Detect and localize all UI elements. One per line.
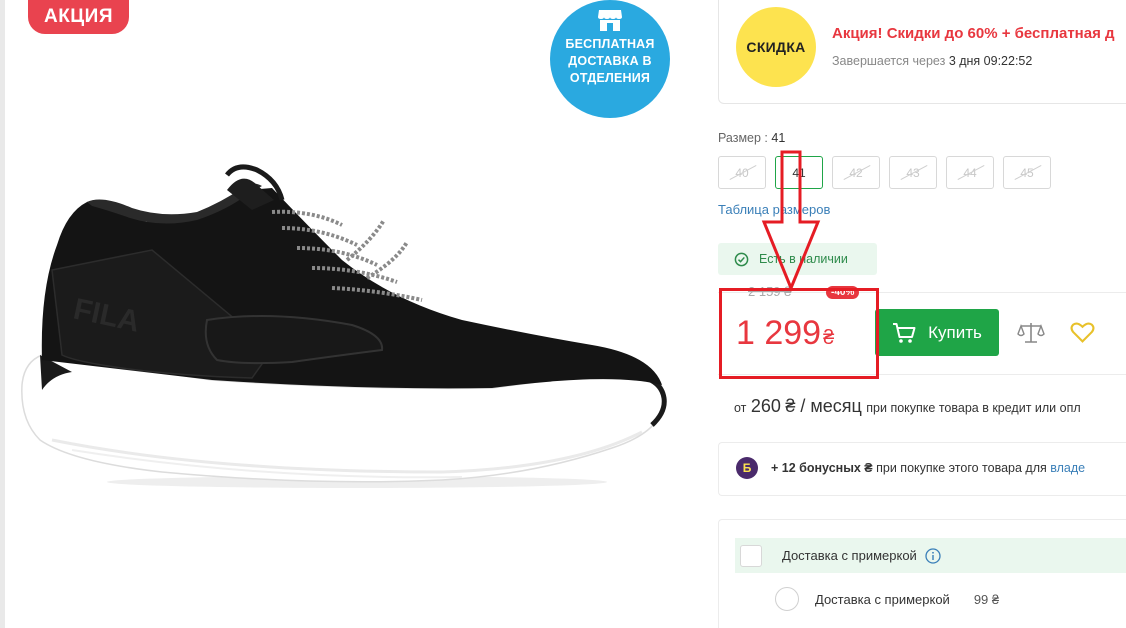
credit-unit: ₴ / месяц	[785, 396, 862, 416]
size-label-text: Размер :	[718, 131, 768, 145]
delivery-badge-line1: БЕСПЛАТНАЯ	[565, 37, 655, 51]
size-option-43[interactable]: 43	[889, 156, 937, 189]
delivery-badge-line2: ДОСТАВКА В	[568, 54, 652, 68]
sale-badge: СКИДКА	[736, 7, 816, 87]
bonus-description: при покупке этого товара для	[876, 461, 1047, 475]
sale-timer: Завершается через 3 дня 09:22:52	[832, 54, 1032, 68]
credit-suffix: при покупке товара в кредит или опл	[866, 401, 1081, 415]
delivery-fitting-checkbox[interactable]	[740, 544, 762, 567]
size-option-45[interactable]: 45	[1003, 156, 1051, 189]
delivery-radio[interactable]	[775, 587, 799, 611]
sale-ends-label: Завершается через	[832, 54, 946, 68]
promo-badge: АКЦИЯ	[28, 0, 129, 34]
size-selected-value: 41	[771, 131, 786, 145]
delivery-options-box	[718, 519, 1126, 628]
bonus-link[interactable]: владе	[1050, 461, 1085, 475]
bonus-amount: + 12 бонусных ₴	[771, 461, 873, 475]
discount-badge: -40%	[826, 286, 860, 299]
product-image[interactable]: FILA	[12, 150, 682, 495]
sale-promo-box: СКИДКА Акция! Скидки до 60% + бесплатная…	[718, 0, 1126, 104]
old-price: 2 159 ₴	[748, 284, 792, 299]
compare-scales-icon[interactable]	[1017, 320, 1045, 346]
delivery-sub-option[interactable]: Доставка с примеркой 99 ₴	[775, 587, 999, 611]
shop-icon	[598, 10, 622, 31]
bonus-icon: Б	[736, 457, 758, 479]
delivery-option-fitting[interactable]: Доставка с примеркой	[735, 538, 1126, 573]
delivery-badge-line3: ОТДЕЛЕНИЯ	[569, 71, 651, 85]
buy-button-label: Купить	[928, 322, 982, 342]
credit-info: от 260 ₴ / месяц при покупке товара в кр…	[734, 396, 1081, 417]
size-option-41[interactable]: 41	[775, 156, 823, 189]
size-option-40[interactable]: 40	[718, 156, 766, 189]
sale-ends-value: 3 дня 09:22:52	[948, 54, 1033, 68]
buy-button[interactable]: Купить	[875, 309, 999, 356]
size-option-44[interactable]: 44	[946, 156, 994, 189]
price-currency: ₴	[823, 327, 835, 349]
cart-icon	[893, 322, 916, 343]
credit-amount: 260	[750, 396, 781, 416]
bonus-text: + 12 бонусных ₴ при покупке этого товара…	[771, 461, 1085, 475]
stock-status-badge: Есть в наличии	[718, 243, 877, 275]
delivery-sub-label: Доставка с примеркой	[815, 591, 950, 607]
sale-title[interactable]: Акция! Скидки до 60% + бесплатная д	[832, 25, 1115, 42]
size-label: Размер : 41	[718, 131, 785, 145]
size-table-link[interactable]: Таблица размеров	[718, 202, 830, 217]
current-price-value: 1 299	[736, 314, 822, 352]
check-circle-icon	[734, 252, 749, 266]
page-edge	[0, 0, 5, 628]
delivery-option-label: Доставка с примеркой	[782, 548, 917, 563]
size-option-42[interactable]: 42	[832, 156, 880, 189]
info-icon[interactable]	[925, 547, 941, 564]
stock-status-text: Есть в наличии	[759, 252, 848, 266]
size-selector: 40 41 42 43 44 45	[718, 156, 1051, 189]
delivery-sub-price: 99 ₴	[973, 591, 1000, 607]
credit-prefix: от	[734, 401, 747, 415]
product-page: АКЦИЯ БЕСПЛАТНАЯ ДОСТАВКА В ОТДЕЛЕНИЯ FI…	[0, 0, 1126, 628]
heart-icon[interactable]	[1070, 320, 1095, 344]
divider	[718, 374, 1126, 375]
bonus-info-box: Б + 12 бонусных ₴ при покупке этого това…	[718, 442, 1126, 496]
current-price: 1 299 ₴	[736, 314, 834, 353]
free-delivery-badge: БЕСПЛАТНАЯ ДОСТАВКА В ОТДЕЛЕНИЯ	[550, 0, 670, 118]
